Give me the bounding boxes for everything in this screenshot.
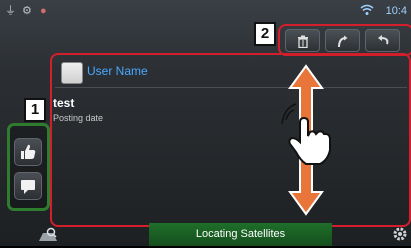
map-search-icon[interactable] — [38, 227, 58, 248]
comment-button[interactable] — [14, 172, 42, 200]
back-button[interactable] — [365, 29, 400, 52]
callout-1: 1 — [24, 98, 46, 122]
wifi-icon — [360, 4, 374, 20]
back-arrow-icon — [376, 32, 390, 48]
screen: ⏚ ⚙ ● 10:4 2 1 User Name test Posting da… — [0, 0, 411, 246]
post-text: test — [53, 96, 75, 110]
notification-icon: ● — [40, 5, 47, 17]
like-button[interactable] — [14, 138, 42, 166]
status-bar: ⏚ ⚙ ● 10:4 — [0, 0, 411, 22]
scroll-gesture-illustration — [281, 64, 331, 216]
user-name[interactable]: User Name — [87, 64, 148, 78]
avatar — [61, 62, 83, 84]
posting-date: Posting date — [53, 113, 104, 123]
navigation-status: Locating Satellites — [149, 223, 332, 246]
divider — [55, 87, 407, 88]
reply-button[interactable] — [325, 29, 360, 52]
bottom-bar: Locating Satellites — [0, 223, 411, 246]
comment-icon — [15, 180, 41, 203]
reply-icon — [336, 32, 350, 48]
settings-gear-icon[interactable] — [392, 226, 408, 247]
app-icon: ⚙ — [22, 5, 32, 17]
post-panel[interactable]: User Name test Posting date — [53, 56, 409, 223]
usb-icon: ⏚ — [5, 5, 16, 17]
thumbs-up-icon — [15, 144, 41, 169]
callout-2: 2 — [254, 22, 276, 46]
clock: 10:4 — [385, 5, 407, 17]
trash-icon — [297, 32, 309, 48]
delete-button[interactable] — [285, 29, 320, 52]
